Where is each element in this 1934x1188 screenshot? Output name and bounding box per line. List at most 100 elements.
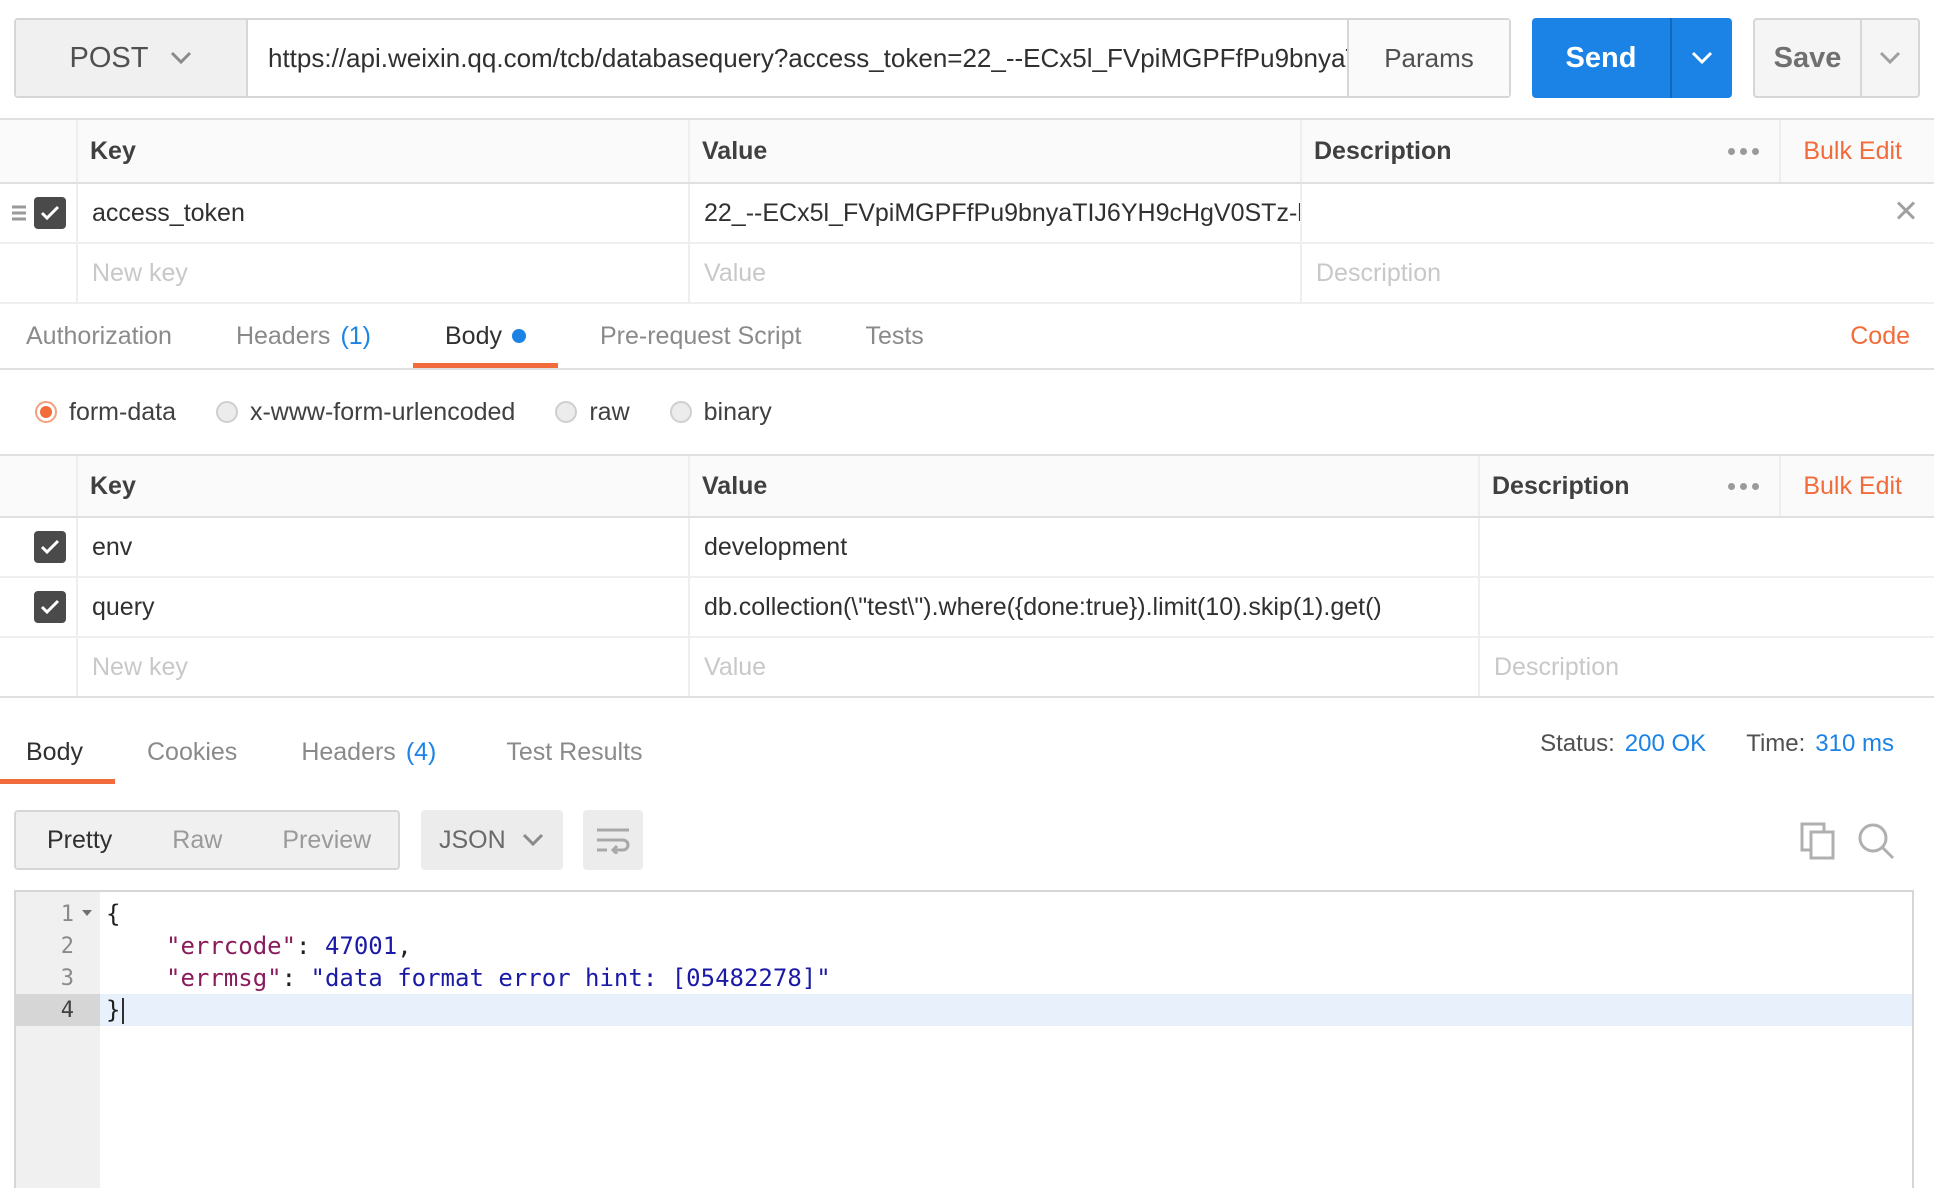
params-header-row: Key Value Description Bulk Edit: [0, 120, 1934, 184]
radio-icon: [669, 401, 692, 423]
row-checkbox[interactable]: [34, 197, 66, 229]
row-checkbox[interactable]: [34, 591, 66, 623]
save-dropdown[interactable]: [1860, 20, 1918, 96]
new-key-input[interactable]: New key: [78, 244, 690, 302]
tab-tests[interactable]: Tests: [863, 304, 925, 368]
tab-test-results[interactable]: Test Results: [504, 720, 644, 784]
fold-arrow-icon[interactable]: [82, 910, 92, 916]
status-value: 200 OK: [1624, 730, 1707, 757]
drag-handle-icon[interactable]: [12, 203, 26, 224]
param-key-cell[interactable]: access_token: [78, 184, 690, 242]
send-button[interactable]: Send: [1532, 18, 1732, 98]
request-bar: POST https://api.weixin.qq.com/tcb/datab…: [14, 18, 1511, 98]
line-number: 3: [60, 965, 74, 991]
bulk-edit-link[interactable]: Bulk Edit: [1781, 472, 1934, 501]
params-description-header: Description: [1314, 136, 1452, 165]
format-label: JSON: [439, 825, 506, 854]
chevron-down-icon: [171, 51, 192, 65]
radio-icon: [555, 401, 578, 423]
body-key-cell[interactable]: query: [78, 578, 690, 636]
modified-dot-icon: [511, 329, 526, 343]
params-key-header: Key: [78, 120, 690, 182]
body-header-row: Key Value Description Bulk Edit: [0, 456, 1934, 518]
body-value-cell[interactable]: development: [690, 518, 1480, 576]
body-key-cell[interactable]: env: [78, 518, 690, 576]
search-icon[interactable]: [1857, 822, 1895, 865]
code-link[interactable]: Code: [1848, 304, 1912, 368]
new-value-input[interactable]: Value: [690, 244, 1302, 302]
send-label: Send: [1565, 41, 1637, 74]
url-text: https://api.weixin.qq.com/tcb/databasequ…: [268, 42, 1347, 73]
row-checkbox[interactable]: [34, 531, 66, 563]
chevron-down-icon: [1879, 51, 1901, 65]
tab-authorization[interactable]: Authorization: [24, 304, 174, 368]
response-meta: Status: 200 OK Time: 310 ms: [1540, 730, 1894, 758]
view-mode-group: Pretty Raw Preview: [14, 810, 400, 870]
wrap-lines-button[interactable]: [583, 810, 643, 870]
table-row: env development: [0, 518, 1934, 578]
response-editor[interactable]: 1 { 2 "errcode": 47001, 3 "errmsg": "dat…: [14, 890, 1914, 1188]
radio-selected-icon: [35, 401, 57, 423]
body-key-header: Key: [78, 456, 690, 516]
body-description-cell[interactable]: [1480, 518, 1934, 576]
new-description-input[interactable]: Description: [1302, 244, 1934, 302]
url-input[interactable]: https://api.weixin.qq.com/tcb/databasequ…: [248, 20, 1347, 96]
tab-response-body[interactable]: Body: [0, 720, 115, 784]
radio-form-data[interactable]: form-data: [35, 398, 176, 427]
code-text: }: [106, 996, 121, 1024]
param-description-cell[interactable]: [1302, 184, 1934, 242]
param-value-cell[interactable]: 22_--ECx5l_FVpiMGPFfPu9bnyaTIJ6YH9cHgV0S…: [690, 184, 1302, 242]
new-value-input[interactable]: Value: [690, 638, 1480, 696]
body-description-cell[interactable]: [1480, 578, 1934, 636]
more-options-icon[interactable]: [1707, 120, 1782, 182]
table-row: query db.collection(\"test\").where({don…: [0, 578, 1934, 638]
save-label: Save: [1773, 41, 1842, 74]
preview-button[interactable]: Preview: [222, 826, 371, 855]
radio-binary[interactable]: binary: [669, 398, 772, 427]
new-description-input[interactable]: Description: [1480, 638, 1934, 696]
send-dropdown[interactable]: [1670, 18, 1732, 98]
bulk-edit-link[interactable]: Bulk Edit: [1781, 137, 1934, 166]
body-value-header: Value: [690, 456, 1480, 516]
json-number: 47001: [324, 932, 398, 960]
json-key: "errcode": [166, 932, 297, 960]
tab-headers[interactable]: Headers (1): [234, 304, 373, 368]
tab-response-headers[interactable]: Headers (4): [299, 720, 438, 784]
line-number: 4: [16, 994, 100, 1026]
close-icon[interactable]: [1896, 201, 1916, 226]
code-line: 3 "errmsg": "data format error hint: [05…: [16, 962, 1912, 994]
radio-urlencoded[interactable]: x-www-form-urlencoded: [215, 398, 515, 427]
check-icon: [40, 599, 60, 615]
radio-icon: [215, 401, 238, 423]
format-select[interactable]: JSON: [421, 810, 563, 870]
check-icon: [40, 205, 60, 221]
wrap-icon: [597, 828, 630, 854]
body-type-options: form-data x-www-form-urlencoded raw bina…: [0, 370, 1934, 456]
text-caret: [122, 998, 125, 1024]
chevron-down-icon: [1691, 51, 1713, 65]
radio-raw[interactable]: raw: [555, 398, 630, 427]
body-value-cell[interactable]: db.collection(\"test\").where({done:true…: [690, 578, 1480, 636]
params-table: Key Value Description Bulk Edit access_t…: [0, 118, 1934, 304]
method-select[interactable]: POST: [16, 20, 248, 96]
tab-body[interactable]: Body: [413, 304, 558, 368]
code-line-current: 4 }: [16, 994, 1912, 1026]
new-body-row: New key Value Description: [0, 638, 1934, 698]
save-button[interactable]: Save: [1753, 18, 1920, 98]
more-options-icon[interactable]: [1707, 456, 1782, 516]
copy-icon[interactable]: [1800, 822, 1836, 865]
new-key-input[interactable]: New key: [78, 638, 690, 696]
params-button[interactable]: Params: [1347, 20, 1509, 96]
new-param-row: New key Value Description: [0, 244, 1934, 304]
time-value: 310 ms: [1815, 730, 1894, 757]
body-table: Key Value Description Bulk Edit env deve…: [0, 456, 1934, 698]
active-tab-underline: [0, 779, 115, 784]
body-description-header: Description: [1492, 471, 1630, 500]
code-line: 2 "errcode": 47001,: [16, 930, 1912, 962]
tab-cookies[interactable]: Cookies: [145, 720, 239, 784]
raw-button[interactable]: Raw: [112, 826, 222, 855]
check-icon: [40, 539, 60, 555]
json-string: "data format error hint: [05482278]": [310, 964, 831, 992]
pretty-button[interactable]: Pretty: [16, 826, 112, 855]
tab-pre-request-script[interactable]: Pre-request Script: [598, 304, 803, 368]
